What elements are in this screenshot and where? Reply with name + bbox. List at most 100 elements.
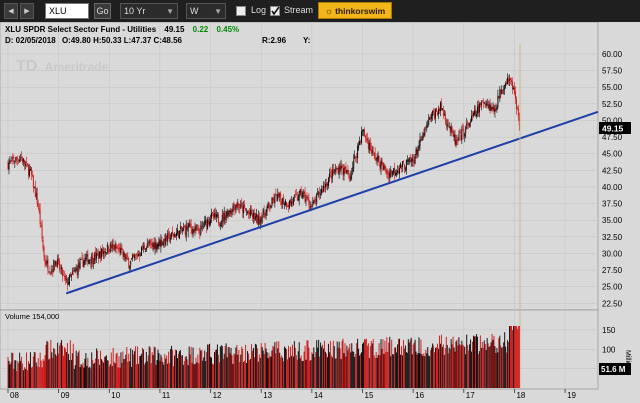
- candle-body: [400, 163, 401, 168]
- volume-bar: [224, 345, 226, 388]
- volume-bar: [361, 352, 362, 388]
- symbol-input[interactable]: XLU: [45, 3, 89, 19]
- volume-bar: [500, 345, 502, 388]
- candle-body: [268, 202, 270, 206]
- volume-bar: [392, 354, 394, 388]
- volume-bar: [228, 346, 230, 388]
- volume-bar: [135, 346, 137, 388]
- price-axis-label: 52.50: [602, 100, 623, 109]
- volume-bar: [199, 347, 201, 388]
- candle-body: [458, 134, 460, 141]
- candle-body: [238, 203, 240, 209]
- candle-body: [480, 101, 482, 106]
- candle-body: [288, 205, 289, 207]
- go-button[interactable]: Go: [94, 3, 111, 19]
- candle-body: [48, 271, 50, 273]
- price-chart[interactable]: TD Ameritrade XLU SPDR Select Sector Fun…: [0, 22, 640, 403]
- thinkorswim-button[interactable]: ☼ thinkorswim: [318, 2, 392, 19]
- candle-body: [402, 160, 404, 163]
- candle-body: [435, 109, 437, 118]
- volume-bar: [496, 347, 498, 388]
- candle-body: [154, 242, 156, 250]
- candle-body: [124, 253, 126, 260]
- log-checkbox[interactable]: [236, 6, 246, 16]
- candle-body: [440, 102, 442, 111]
- candle-body: [232, 205, 234, 212]
- candle-body: [492, 106, 494, 109]
- volume-bar: [56, 355, 58, 388]
- candle-body: [445, 119, 447, 125]
- td-logo-mark: TD: [16, 58, 37, 75]
- candle-body: [487, 105, 489, 109]
- volume-bar: [338, 341, 340, 388]
- chevron-down-icon: ▼: [166, 7, 174, 16]
- interval-select[interactable]: W ▼: [186, 3, 226, 19]
- volume-bar: [408, 342, 410, 388]
- volume-bar: [98, 359, 100, 388]
- candle-body: [323, 185, 324, 192]
- volume-bar: [365, 338, 367, 388]
- volume-bar: [412, 344, 414, 388]
- volume-bar: [513, 326, 515, 388]
- candle-body: [174, 234, 175, 237]
- candle-body: [215, 214, 217, 218]
- candle-body: [401, 161, 403, 167]
- volume-bar: [171, 345, 173, 388]
- volume-bar: [417, 353, 419, 388]
- candle-body: [514, 91, 516, 99]
- candle-body: [37, 202, 39, 208]
- volume-bar: [448, 347, 450, 388]
- volume-bar: [30, 367, 32, 388]
- candle-body: [276, 194, 278, 202]
- candle-body: [495, 109, 497, 110]
- price-tag: 49.15: [602, 124, 624, 134]
- candle-body: [140, 247, 142, 256]
- volume-bar: [282, 357, 284, 388]
- volume-bar: [133, 354, 135, 388]
- candle-body: [51, 269, 53, 273]
- candle-body: [424, 128, 426, 136]
- candle-body: [14, 162, 16, 164]
- volume-bar: [459, 344, 461, 388]
- volume-bar: [326, 353, 327, 388]
- volume-bar: [355, 353, 357, 388]
- candle-body: [456, 138, 458, 140]
- volume-bar: [323, 348, 324, 388]
- candle-body: [501, 89, 503, 95]
- volume-bar: [406, 352, 408, 388]
- candle-body: [101, 249, 102, 258]
- volume-bar: [315, 352, 317, 388]
- candle-body: [370, 148, 372, 154]
- volume-bar: [204, 350, 206, 388]
- volume-bar: [11, 352, 13, 388]
- candle-body: [203, 227, 205, 229]
- volume-bar: [243, 361, 245, 388]
- candle-body: [508, 79, 510, 82]
- volume-bar: [24, 367, 26, 388]
- back-arrow-icon[interactable]: ◀: [4, 3, 18, 19]
- candle-body: [359, 141, 361, 146]
- forward-arrow-icon[interactable]: ▶: [20, 3, 34, 19]
- volume-bar: [160, 354, 162, 388]
- volume-bar: [122, 351, 124, 388]
- candle-body: [320, 194, 322, 196]
- candle-body: [438, 108, 440, 112]
- candle-body: [46, 260, 48, 264]
- volume-bar: [61, 339, 63, 388]
- volume-bar: [271, 350, 273, 388]
- volume-bar: [130, 348, 132, 388]
- time-axis-label: 09: [61, 391, 70, 400]
- volume-bar: [515, 326, 517, 388]
- price-axis-label: 42.50: [602, 166, 623, 175]
- volume-bar: [132, 349, 134, 388]
- chart-area[interactable]: TD Ameritrade XLU SPDR Select Sector Fun…: [0, 22, 640, 403]
- period-select[interactable]: 10 Yr ▼: [120, 3, 178, 19]
- candle-body: [159, 240, 161, 247]
- candle-body: [257, 215, 259, 225]
- volume-bar: [299, 358, 301, 388]
- volume-bar: [279, 352, 281, 388]
- candle-body: [210, 219, 212, 224]
- candle-body: [318, 191, 320, 194]
- stream-checkbox[interactable]: [270, 6, 280, 16]
- volume-bar: [170, 348, 172, 388]
